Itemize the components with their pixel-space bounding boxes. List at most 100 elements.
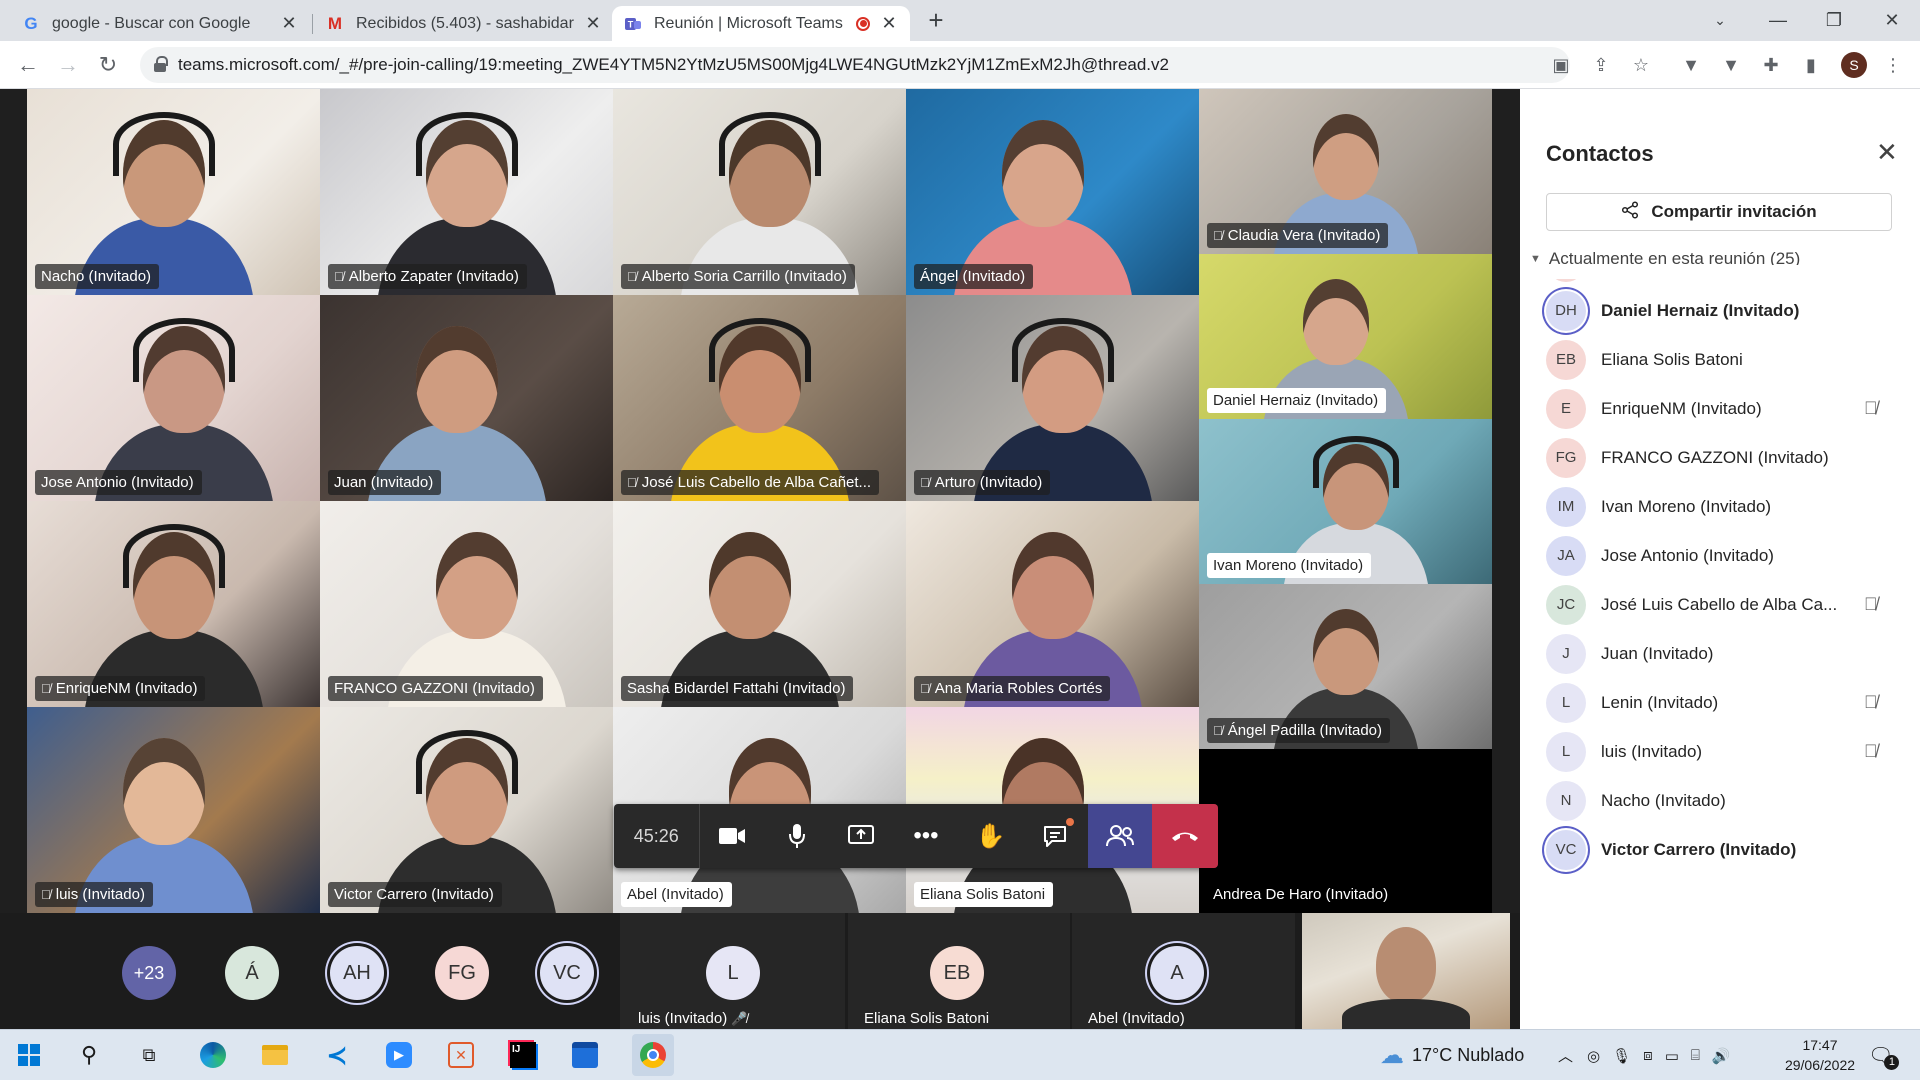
video-tile[interactable]: Nacho (Invitado) bbox=[27, 89, 320, 295]
video-tile[interactable]: Ivan Moreno (Invitado) bbox=[1199, 419, 1492, 584]
task-view-icon[interactable]: ⧉ bbox=[134, 1040, 164, 1070]
video-tile[interactable]: Jose Antonio (Invitado) bbox=[27, 295, 320, 501]
close-tab-icon[interactable]: ✕ bbox=[280, 13, 298, 34]
windows-start-icon[interactable] bbox=[14, 1040, 44, 1070]
tab-google[interactable]: G google - Buscar con Google ✕ bbox=[10, 6, 310, 41]
participant-row[interactable]: L Lenin (Invitado) 🎙̸ bbox=[1520, 678, 1920, 727]
participant-card[interactable]: L luis (Invitado) 🎤̸ bbox=[620, 913, 845, 1029]
avatar[interactable]: Á bbox=[225, 946, 279, 1000]
video-tile[interactable]: 🎙̸ José Luis Cabello de Alba Cañet... bbox=[613, 295, 906, 501]
overflow-count-avatar[interactable]: +23 bbox=[122, 946, 176, 1000]
app-icon[interactable]: ✕ bbox=[446, 1040, 476, 1070]
notifications-button[interactable]: 🗨 1 bbox=[1868, 1030, 1900, 1080]
video-tile[interactable]: Ángel (Invitado) bbox=[906, 89, 1199, 295]
side-panel-icon[interactable]: ▮ bbox=[1799, 53, 1823, 77]
close-tab-icon[interactable]: ✕ bbox=[880, 13, 898, 34]
new-tab-button[interactable]: + bbox=[922, 6, 950, 34]
video-tile[interactable]: 🎙̸ Alberto Zapater (Invitado) bbox=[320, 89, 613, 295]
participant-row[interactable]: J Juan (Invitado) bbox=[1520, 629, 1920, 678]
edge-browser-icon[interactable] bbox=[198, 1040, 228, 1070]
microphone-button[interactable] bbox=[764, 804, 829, 868]
list-scroll-fade bbox=[1520, 265, 1920, 279]
webcam-icon[interactable]: ◎ bbox=[1587, 1047, 1600, 1065]
video-tile[interactable]: Daniel Hernaiz (Invitado) bbox=[1199, 254, 1492, 419]
video-tile[interactable]: Andrea De Haro (Invitado) bbox=[1199, 749, 1492, 913]
volume-icon[interactable]: 🔊 bbox=[1712, 1047, 1731, 1065]
tab-teams[interactable]: T Reunión | Microsoft Teams ✕ bbox=[612, 6, 910, 41]
search-icon[interactable]: ⚲ bbox=[74, 1040, 104, 1070]
participant-row[interactable]: DH Daniel Hernaiz (Invitado) bbox=[1520, 286, 1920, 335]
raise-hand-button[interactable]: ✋ bbox=[958, 804, 1023, 868]
weather-widget[interactable]: ☁ 17°C Nublado bbox=[1380, 1030, 1524, 1080]
back-button[interactable]: ← bbox=[14, 51, 42, 79]
extension-icon[interactable]: ▼ bbox=[1719, 53, 1743, 77]
participant-row[interactable]: IM Ivan Moreno (Invitado) bbox=[1520, 482, 1920, 531]
participant-row[interactable]: JA Jose Antonio (Invitado) bbox=[1520, 531, 1920, 580]
video-tile[interactable]: 🎙̸ EnriqueNM (Invitado) bbox=[27, 501, 320, 707]
avatar[interactable]: AH bbox=[330, 946, 384, 1000]
address-bar[interactable]: teams.microsoft.com/_#/pre-join-calling/… bbox=[140, 47, 1570, 83]
forward-button[interactable]: → bbox=[54, 51, 82, 79]
minimize-button[interactable]: — bbox=[1750, 0, 1806, 40]
participants-button[interactable] bbox=[1087, 804, 1153, 868]
participant-card[interactable]: EB Eliana Solis Batoni bbox=[848, 913, 1070, 1029]
chrome-menu-icon[interactable]: ⋮ bbox=[1881, 53, 1905, 77]
self-video-face bbox=[1376, 927, 1436, 1003]
video-tile[interactable]: FRANCO GAZZONI (Invitado) bbox=[320, 501, 613, 707]
participant-name: Juan (Invitado) bbox=[1601, 643, 1714, 663]
participant-row[interactable]: VC Victor Carrero (Invitado) bbox=[1520, 825, 1920, 874]
video-tile[interactable]: 🎙̸ Ana Maria Robles Cortés bbox=[906, 501, 1199, 707]
participant-row[interactable]: Lluis (Invitado) 🎙̸ bbox=[1520, 727, 1920, 776]
close-panel-icon[interactable]: ✕ bbox=[1876, 137, 1898, 168]
close-tab-icon[interactable]: ✕ bbox=[584, 13, 602, 34]
participant-card[interactable]: A Abel (Invitado) bbox=[1072, 913, 1295, 1029]
microphone-icon[interactable]: 🎙 bbox=[1612, 1047, 1631, 1065]
chevron-up-icon[interactable]: ︿ bbox=[1558, 1045, 1573, 1066]
video-tile[interactable]: Sasha Bidardel Fattahi (Invitado) bbox=[613, 501, 906, 707]
participant-name: Nacho (Invitado) bbox=[1601, 790, 1726, 810]
participant-row[interactable]: JC José Luis Cabello de Alba Ca... 🎙̸ bbox=[1520, 580, 1920, 629]
zoom-icon[interactable]: ▶ bbox=[384, 1040, 414, 1070]
camera-blocked-icon[interactable]: ▣ bbox=[1549, 53, 1573, 77]
share-icon[interactable]: ⇪ bbox=[1589, 53, 1613, 77]
vscode-icon[interactable]: ≺ bbox=[322, 1040, 352, 1070]
participant-name: Daniel Hernaiz (Invitado) bbox=[1601, 300, 1800, 320]
screen-capture-icon[interactable]: ⧈ bbox=[1643, 1047, 1653, 1064]
chrome-taskbar-icon[interactable] bbox=[632, 1034, 674, 1076]
battery-icon[interactable]: ▭ bbox=[1665, 1047, 1679, 1065]
close-window-button[interactable]: ✕ bbox=[1864, 0, 1920, 40]
video-tile[interactable]: 🎙̸ Alberto Soria Carrillo (Invitado) bbox=[613, 89, 906, 295]
video-tile[interactable]: 🎙̸ Arturo (Invitado) bbox=[906, 295, 1199, 501]
more-actions-button[interactable]: ••• bbox=[894, 804, 959, 868]
participant-row[interactable]: EB Eliana Solis Batoni bbox=[1520, 335, 1920, 384]
maximize-button[interactable]: ❐ bbox=[1806, 0, 1862, 40]
tab-gmail[interactable]: M Recibidos (5.403) - sashabidardel ✕ bbox=[314, 6, 614, 41]
camera-button[interactable] bbox=[700, 804, 765, 868]
participant-row[interactable]: FG FRANCO GAZZONI (Invitado) bbox=[1520, 433, 1920, 482]
video-tile[interactable]: 🎙̸ luis (Invitado) bbox=[27, 707, 320, 913]
video-tile[interactable]: 🎙̸ Ángel Padilla (Invitado) bbox=[1199, 584, 1492, 749]
participant-row[interactable]: N Nacho (Invitado) bbox=[1520, 776, 1920, 825]
share-screen-button[interactable] bbox=[829, 804, 894, 868]
video-tile[interactable]: Juan (Invitado) bbox=[320, 295, 613, 501]
extension-icon[interactable]: ▼ bbox=[1679, 53, 1703, 77]
bookmark-star-icon[interactable]: ☆ bbox=[1629, 53, 1653, 77]
tab-search-icon[interactable]: ⌄ bbox=[1692, 0, 1748, 40]
profile-avatar[interactable]: S bbox=[1841, 52, 1867, 78]
share-invite-button[interactable]: Compartir invitación bbox=[1546, 193, 1892, 231]
chat-button[interactable] bbox=[1023, 804, 1088, 868]
avatar[interactable]: FG bbox=[435, 946, 489, 1000]
system-clock[interactable]: 17:47 29/06/2022 bbox=[1770, 1035, 1870, 1075]
video-tile[interactable]: Victor Carrero (Invitado) bbox=[320, 707, 613, 913]
leave-call-button[interactable] bbox=[1152, 804, 1218, 868]
intellij-icon[interactable]: IJ bbox=[508, 1040, 538, 1070]
avatar[interactable]: VC bbox=[540, 946, 594, 1000]
self-preview[interactable] bbox=[1302, 913, 1510, 1039]
file-explorer-icon[interactable] bbox=[260, 1040, 290, 1070]
video-tile[interactable]: 🎙̸ Claudia Vera (Invitado) bbox=[1199, 89, 1492, 254]
extensions-puzzle-icon[interactable]: ✚ bbox=[1759, 53, 1783, 77]
reload-button[interactable]: ↻ bbox=[94, 51, 122, 79]
calendar-app-icon[interactable] bbox=[570, 1040, 600, 1070]
network-icon[interactable]: ⌸ bbox=[1691, 1047, 1700, 1064]
participant-row[interactable]: E EnriqueNM (Invitado) 🎙̸ bbox=[1520, 384, 1920, 433]
